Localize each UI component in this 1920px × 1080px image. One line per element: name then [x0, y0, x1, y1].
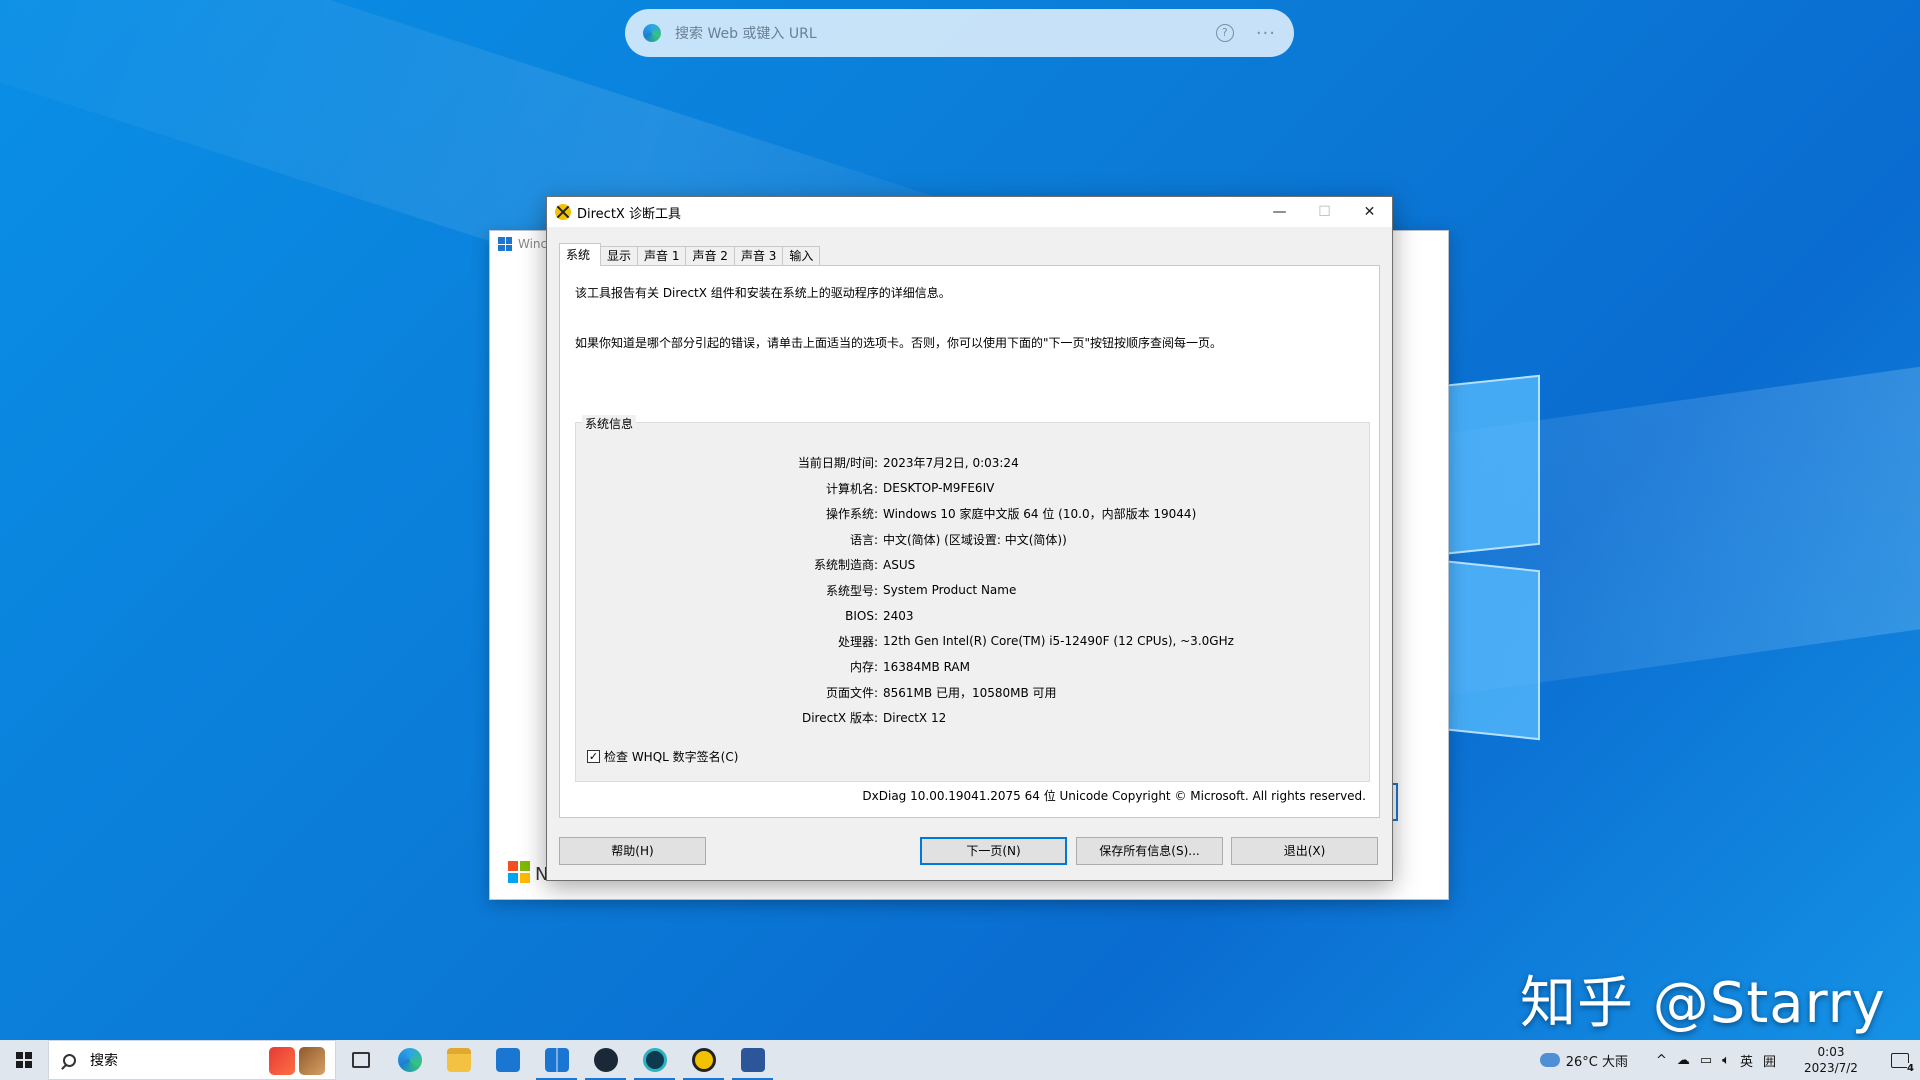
whql-checkbox[interactable]: ✓	[587, 750, 600, 763]
system-info-group-title: 系统信息	[582, 415, 637, 432]
taskbar: 搜索 26°C 大雨 ^ ☁ ▭ 🔈︎ 英 囲 0:03 2023/7/2 4	[0, 1040, 1920, 1080]
file-explorer-icon[interactable]	[434, 1040, 483, 1080]
mail-icon[interactable]	[483, 1040, 532, 1080]
task-view-icon[interactable]	[336, 1040, 385, 1080]
tab-input[interactable]: 输入	[782, 246, 821, 266]
intro-text: 该工具报告有关 DirectX 组件和安装在系统上的驱动程序的详细信息。	[575, 286, 951, 300]
copyright-text: DxDiag 10.00.19041.2075 64 位 Unicode Cop…	[862, 789, 1366, 803]
info-row-computer-name: 计算机名: DESKTOP-M9FE6IV	[825, 481, 995, 496]
info-row-page-file: 页面文件: 8561MB 已用，10580MB 可用	[825, 685, 1057, 700]
microsoft-store-icon[interactable]	[532, 1040, 581, 1080]
minimize-button[interactable]: —	[1257, 197, 1302, 227]
info-row-bios: BIOS: 2403	[845, 608, 914, 623]
app-icon[interactable]	[630, 1040, 679, 1080]
rain-cloud-icon	[1539, 1053, 1560, 1067]
tab-system[interactable]: 系统	[559, 243, 602, 266]
dxdiag-dialog: DirectX 诊断工具 — ☐ ✕ 系统 显示 声音 1 声音 2 声音 3 …	[546, 196, 1393, 881]
background-window-title: Winc	[498, 237, 547, 251]
web-search-placeholder: 搜索 Web 或键入 URL	[675, 26, 817, 42]
dialog-titlebar[interactable]: DirectX 诊断工具 — ☐ ✕	[547, 197, 1392, 227]
wallpaper-windows-logo	[1440, 374, 1550, 750]
edge-icon	[643, 24, 661, 42]
tab-sound-2[interactable]: 声音 2	[685, 246, 735, 266]
system-tray: 26°C 大雨 ^ ☁ ▭ 🔈︎ 英 囲 0:03 2023/7/2 4	[1539, 1040, 1920, 1080]
help-button[interactable]: 帮助(H)	[559, 837, 706, 865]
clock[interactable]: 0:03 2023/7/2	[1794, 1044, 1868, 1076]
notification-count: 4	[1907, 1063, 1914, 1074]
onedrive-icon[interactable]: ☁	[1677, 1053, 1690, 1068]
windows-icon	[498, 237, 512, 251]
chevron-up-icon[interactable]: ^	[1656, 1053, 1667, 1068]
info-row-os: 操作系统: Windows 10 家庭中文版 64 位 (10.0，内部版本 19…	[825, 507, 1197, 522]
directx-icon	[555, 204, 571, 220]
steam-icon[interactable]	[581, 1040, 630, 1080]
search-highlight-icon	[269, 1047, 325, 1075]
word-icon[interactable]	[728, 1040, 777, 1080]
more-icon[interactable]: ···	[1256, 23, 1276, 44]
directx-icon[interactable]	[679, 1040, 728, 1080]
volume-icon[interactable]: 🔈︎	[1722, 1053, 1730, 1068]
info-row-manufacturer: 系统制造商: ASUS	[813, 557, 916, 573]
info-row-model: 系统型号: System Product Name	[825, 583, 1017, 598]
action-center-button[interactable]: 4	[1880, 1040, 1920, 1080]
network-icon[interactable]: ▭	[1700, 1053, 1712, 1068]
tab-sound-3[interactable]: 声音 3	[733, 246, 784, 266]
clock-time: 0:03	[1817, 1045, 1845, 1059]
edge-icon[interactable]	[385, 1040, 434, 1080]
start-button[interactable]	[0, 1040, 48, 1080]
system-tab-panel: 该工具报告有关 DirectX 组件和安装在系统上的驱动程序的详细信息。 如果你…	[559, 265, 1380, 818]
weather-text: 26°C 大雨	[1565, 1054, 1628, 1070]
intro-instructions: 如果你知道是哪个部分引起的错误，请单击上面适当的选项卡。否则，你可以使用下面的"…	[575, 336, 1223, 350]
watermark-text: 知乎 @Starry	[1520, 971, 1886, 1036]
web-search-bar[interactable]: 搜索 Web 或键入 URL ? ···	[625, 9, 1294, 57]
info-row-memory: 内存: 16384MB RAM	[849, 659, 970, 675]
next-page-button[interactable]: 下一页(N)	[920, 837, 1067, 865]
input-language-indicator[interactable]: 英	[1740, 1051, 1753, 1070]
microsoft-logo-icon	[508, 861, 530, 883]
whql-checkbox-row[interactable]: ✓ 检查 WHQL 数字签名(C)	[587, 748, 738, 765]
taskbar-search-placeholder: 搜索	[90, 1053, 118, 1069]
windows-start-icon	[16, 1052, 32, 1068]
info-row-directx-version: DirectX 版本: DirectX 12	[801, 710, 947, 726]
help-icon[interactable]: ?	[1215, 24, 1234, 42]
save-all-info-button[interactable]: 保存所有信息(S)...	[1076, 837, 1223, 865]
tab-strip: 系统 显示 声音 1 声音 2 声音 3 输入	[559, 243, 821, 266]
tab-sound-1[interactable]: 声音 1	[637, 246, 687, 266]
taskbar-search-box[interactable]: 搜索	[48, 1040, 336, 1080]
whql-label[interactable]: 检查 WHQL 数字签名(C)	[604, 748, 738, 765]
ime-mode-icon[interactable]: 囲	[1763, 1051, 1776, 1070]
info-row-language: 语言: 中文(简体) (区域设置: 中文(简体))	[849, 532, 1067, 547]
search-icon	[63, 1053, 76, 1067]
maximize-button[interactable]: ☐	[1302, 197, 1347, 227]
close-button[interactable]: ✕	[1347, 197, 1392, 227]
weather-widget[interactable]: 26°C 大雨	[1539, 1051, 1628, 1070]
tab-display[interactable]: 显示	[600, 246, 639, 266]
clock-date: 2023/7/2	[1804, 1061, 1858, 1075]
system-info-group: 系统信息 当前日期/时间: 2023年7月2日, 0:03:24 计算机名: DES…	[575, 415, 1370, 782]
info-row-datetime: 当前日期/时间: 2023年7月2日, 0:03:24	[797, 456, 1019, 471]
info-row-processor: 处理器: 12th Gen Intel(R) Core(TM) i5-12490F…	[837, 634, 1234, 649]
dialog-title: DirectX 诊断工具	[577, 206, 681, 222]
exit-button[interactable]: 退出(X)	[1231, 837, 1378, 865]
